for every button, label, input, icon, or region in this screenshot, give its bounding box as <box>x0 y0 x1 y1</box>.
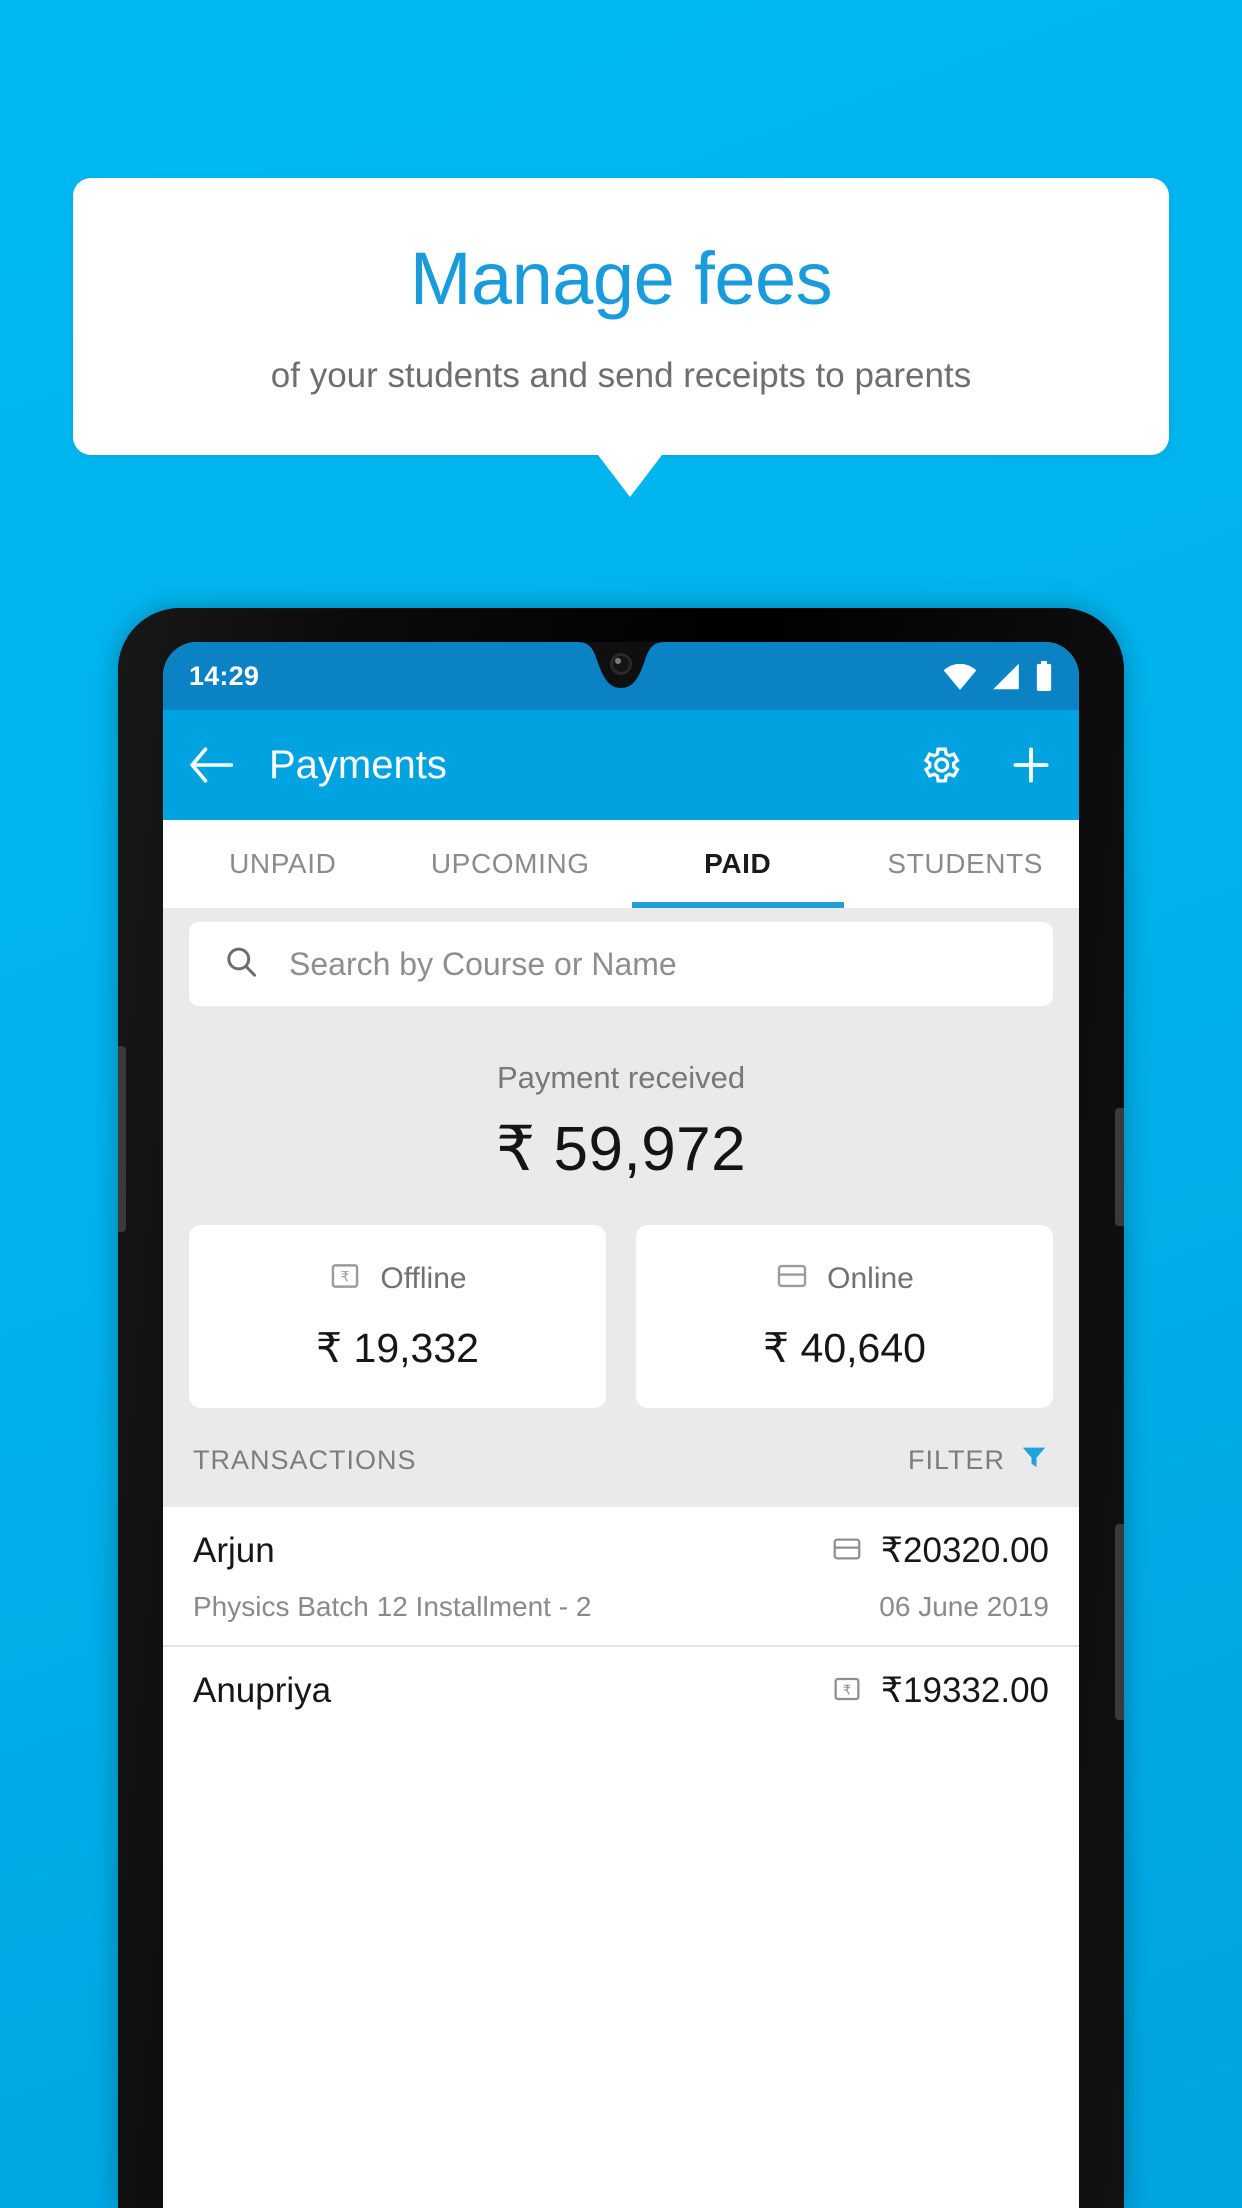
tab-unpaid[interactable]: UNPAID <box>169 820 397 908</box>
online-card-amount: ₹ 40,640 <box>763 1325 926 1371</box>
phone-power-button[interactable] <box>1115 1524 1124 1720</box>
transaction-secondary-line: Physics Batch 12 Installment - 2 06 June… <box>193 1591 1049 1623</box>
transaction-amount: ₹20320.00 <box>880 1531 1049 1570</box>
filter-label: FILTER <box>907 1445 1005 1475</box>
transaction-primary-line: Arjun ₹20320.00 <box>193 1531 1049 1571</box>
svg-text:₹: ₹ <box>341 1270 350 1286</box>
promo-callout: Manage fees of your students and send re… <box>73 178 1169 498</box>
status-icons <box>943 661 1053 691</box>
transaction-primary-line: Anupriya ₹ ₹19332.00 <box>193 1671 1049 1711</box>
promo-callout-tail <box>598 455 662 498</box>
online-card-head: Online <box>636 1259 1053 1298</box>
app-bar-actions <box>917 742 1053 788</box>
cellular-signal-icon <box>991 663 1021 690</box>
transactions-header: TRANSACTIONS FILTER <box>163 1408 1079 1507</box>
status-bar: 14:29 <box>163 642 1079 710</box>
wifi-icon <box>943 663 977 690</box>
rupee-note-icon: ₹ <box>831 1673 863 1710</box>
phone-volume-button[interactable] <box>1115 1108 1124 1226</box>
search-input[interactable]: Search by Course or Name <box>189 922 1053 1006</box>
payment-summary-label: Payment received <box>496 1060 746 1095</box>
transaction-name: Arjun <box>193 1531 275 1570</box>
transaction-name: Anupriya <box>193 1671 332 1710</box>
promo-callout-body: Manage fees of your students and send re… <box>73 178 1169 456</box>
table-row[interactable]: Anupriya ₹ ₹19332.00 <box>163 1647 1079 1733</box>
filter-button[interactable]: FILTER <box>908 1442 1049 1479</box>
phone-screen: 14:29 Payments UNPAID UPCOMING PAID STUD… <box>163 642 1079 2208</box>
payment-summary-amount: ₹ 59,972 <box>495 1115 747 1184</box>
credit-card-icon <box>831 1533 863 1570</box>
arrow-left-icon[interactable] <box>189 747 233 783</box>
offline-payment-card[interactable]: ₹ Offline ₹ 19,332 <box>189 1225 606 1408</box>
offline-card-head: ₹ Offline <box>189 1259 606 1298</box>
transaction-date: 06 June 2019 <box>879 1591 1049 1622</box>
transaction-description: Physics Batch 12 Installment - 2 <box>193 1591 592 1622</box>
tab-students[interactable]: STUDENTS <box>852 820 1080 908</box>
online-payment-card[interactable]: Online ₹ 40,640 <box>636 1225 1053 1408</box>
tab-bar: UNPAID UPCOMING PAID STUDENTS <box>163 820 1079 908</box>
online-card-label: Online <box>827 1261 914 1295</box>
promo-subtitle: of your students and send receipts to pa… <box>270 355 972 395</box>
gear-icon[interactable] <box>917 742 963 788</box>
app-bar: Payments <box>163 710 1079 820</box>
app-bar-title: Payments <box>269 742 447 787</box>
transactions-list: Arjun ₹20320.00 Physics Batch 12 Install… <box>163 1507 1079 2208</box>
promo-title: Manage fees <box>409 237 833 320</box>
payment-summary: Payment received ₹ 59,972 <box>163 1006 1079 1185</box>
offline-card-label: Offline <box>380 1261 467 1295</box>
battery-icon <box>1035 661 1053 691</box>
rupee-note-icon: ₹ <box>328 1259 362 1298</box>
search-icon <box>223 944 259 985</box>
funnel-icon <box>1019 1442 1049 1479</box>
svg-text:₹: ₹ <box>843 1683 851 1698</box>
credit-card-icon <box>775 1259 809 1298</box>
table-row[interactable]: Arjun ₹20320.00 Physics Batch 12 Install… <box>163 1507 1079 1647</box>
transaction-amount-group: ₹ ₹19332.00 <box>831 1671 1049 1711</box>
payment-mode-cards: ₹ Offline ₹ 19,332 Online ₹ 40,640 <box>163 1185 1079 1408</box>
phone-mockup: 14:29 Payments UNPAID UPCOMING PAID STUD… <box>118 608 1124 2208</box>
tab-paid[interactable]: PAID <box>624 820 852 908</box>
status-time: 14:29 <box>189 660 260 691</box>
screen-content: Search by Course or Name Payment receive… <box>163 908 1079 2208</box>
phone-notch <box>515 642 727 704</box>
plus-icon[interactable] <box>1009 743 1053 787</box>
offline-card-amount: ₹ 19,332 <box>316 1325 479 1371</box>
transaction-amount-group: ₹20320.00 <box>831 1531 1049 1571</box>
phone-left-button[interactable] <box>118 1046 126 1232</box>
search-placeholder: Search by Course or Name <box>289 945 677 982</box>
transactions-title: TRANSACTIONS <box>193 1445 417 1475</box>
tab-upcoming[interactable]: UPCOMING <box>397 820 625 908</box>
search-section: Search by Course or Name <box>163 908 1079 1006</box>
transaction-amount: ₹19332.00 <box>880 1671 1049 1710</box>
